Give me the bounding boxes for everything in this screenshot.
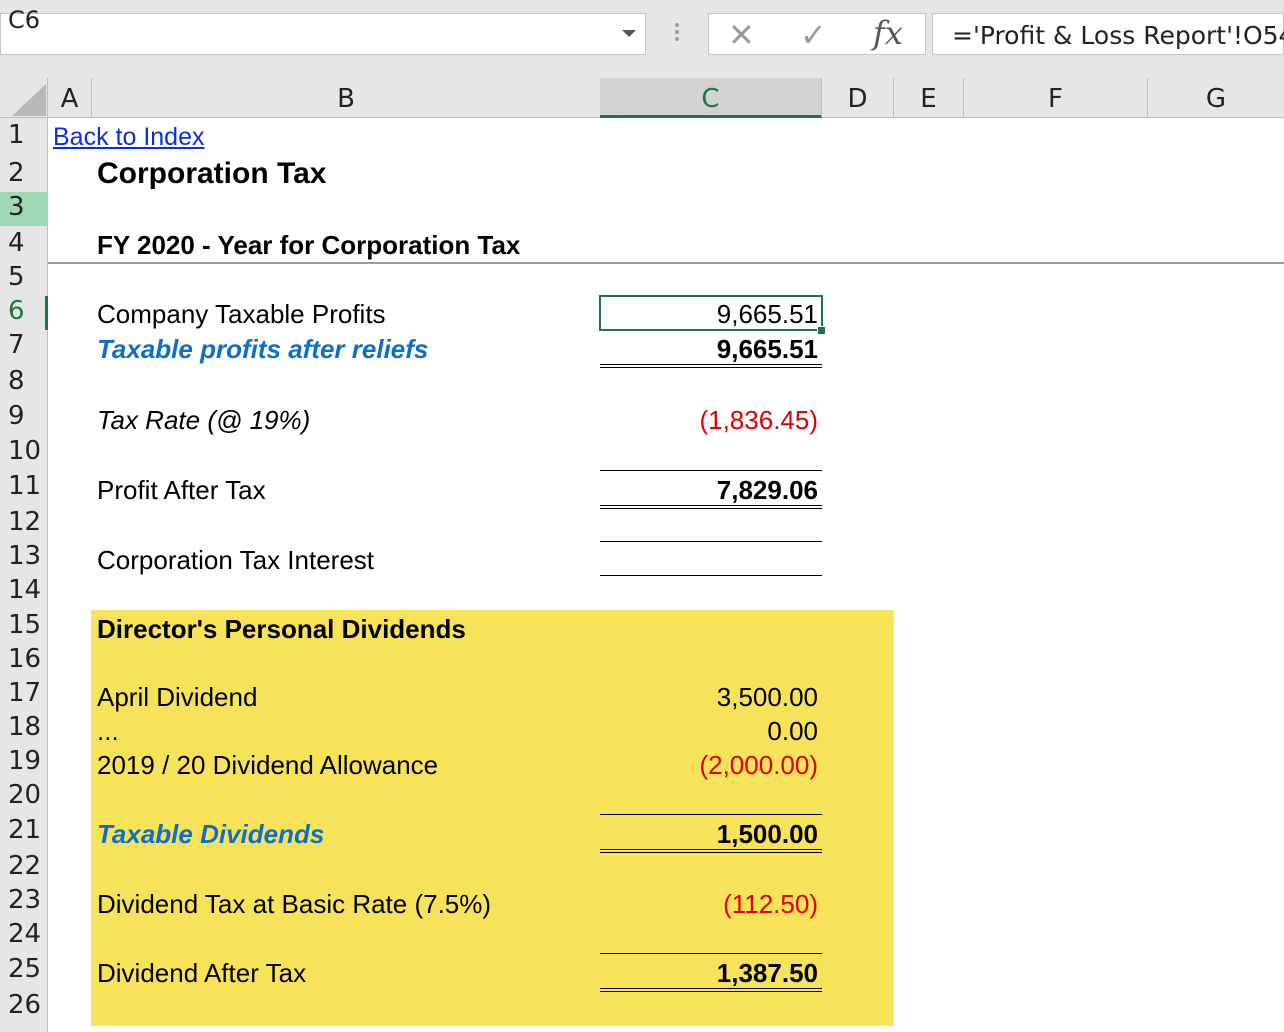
company-taxable-profits-label: Company Taxable Profits <box>97 299 386 329</box>
page-title: Corporation Tax <box>97 157 327 190</box>
row-header-22[interactable]: 22 <box>0 851 48 881</box>
row-header-20[interactable]: 20 <box>0 780 48 810</box>
name-box-value: C6 <box>8 6 41 34</box>
row-header-24[interactable]: 24 <box>0 919 48 949</box>
fy-heading: FY 2020 - Year for Corporation Tax <box>97 230 521 260</box>
row-header-4[interactable]: 4 <box>0 228 48 258</box>
double-underline <box>600 364 822 368</box>
double-underline <box>600 505 822 509</box>
row-header-5[interactable]: 5 <box>0 262 48 292</box>
formula-text: ='Profit & Loss Report'!O54 <box>952 21 1284 50</box>
ellipsis-value[interactable]: 0.00 <box>600 716 818 747</box>
ellipsis-label: ... <box>97 716 119 746</box>
select-all-triangle-icon <box>12 84 46 116</box>
dividend-allowance-value[interactable]: (2,000.00) <box>600 750 818 781</box>
taxable-dividends-value[interactable]: 1,500.00 <box>600 819 818 850</box>
double-underline <box>600 988 822 992</box>
april-dividend-value[interactable]: 3,500.00 <box>600 682 818 713</box>
row-header-10[interactable]: 10 <box>0 436 48 466</box>
row-divider <box>48 262 1284 264</box>
column-header-f[interactable]: F <box>964 78 1148 118</box>
profit-after-tax-value[interactable]: 7,829.06 <box>600 475 818 506</box>
top-border <box>600 541 822 542</box>
double-underline <box>600 849 822 853</box>
column-header-c[interactable]: C <box>600 78 822 118</box>
row-header-6[interactable]: 6 <box>0 296 48 330</box>
top-border <box>600 953 822 954</box>
taxable-after-reliefs-value[interactable]: 9,665.51 <box>600 334 818 365</box>
profit-after-tax-label: Profit After Tax <box>97 475 266 505</box>
row-header-8[interactable]: 8 <box>0 366 48 396</box>
enter-icon[interactable]: ✓ <box>800 16 827 54</box>
back-to-index-link[interactable]: Back to Index <box>53 123 204 151</box>
dividend-after-tax-label: Dividend After Tax <box>97 958 307 988</box>
chevron-down-icon[interactable] <box>622 30 636 37</box>
row-header-23[interactable]: 23 <box>0 885 48 915</box>
row-header-3[interactable]: 3 <box>0 192 48 226</box>
row-header-13[interactable]: 13 <box>0 541 48 571</box>
back-to-index-cell: Back to Index <box>53 123 204 152</box>
name-box[interactable] <box>0 13 646 55</box>
top-border <box>600 470 822 471</box>
tax-rate-label: Tax Rate (@ 19%) <box>97 405 311 435</box>
row-header-14[interactable]: 14 <box>0 575 48 605</box>
dividend-after-tax-value[interactable]: 1,387.50 <box>600 958 818 989</box>
fx-icon[interactable]: fx <box>873 14 903 52</box>
top-border <box>600 814 822 815</box>
dividend-allowance-label: 2019 / 20 Dividend Allowance <box>97 750 439 780</box>
column-header-a[interactable]: A <box>48 78 92 118</box>
row-header-25[interactable]: 25 <box>0 954 48 984</box>
row-header-18[interactable]: 18 <box>0 712 48 742</box>
taxable-dividends-label: Taxable Dividends <box>97 819 325 849</box>
column-header-b[interactable]: B <box>92 78 601 118</box>
row-header-19[interactable]: 19 <box>0 746 48 776</box>
row-header-26[interactable]: 26 <box>0 990 48 1020</box>
column-header-d[interactable]: D <box>822 78 894 118</box>
row-header-1[interactable]: 1 <box>0 120 48 150</box>
active-cell-border <box>599 295 823 331</box>
fill-handle[interactable] <box>817 326 826 335</box>
row-header-16[interactable]: 16 <box>0 644 48 674</box>
bottom-border <box>600 575 822 576</box>
row-header-9[interactable]: 9 <box>0 401 48 431</box>
row-header-21[interactable]: 21 <box>0 815 48 845</box>
column-header-g[interactable]: G <box>1148 78 1284 118</box>
row-header-15[interactable]: 15 <box>0 610 48 640</box>
row-header-12[interactable]: 12 <box>0 507 48 537</box>
dividend-tax-basic-rate-value[interactable]: (112.50) <box>600 889 818 920</box>
column-header-e[interactable]: E <box>894 78 964 118</box>
tax-rate-value[interactable]: (1,836.45) <box>600 405 818 436</box>
row-header-2[interactable]: 2 <box>0 158 48 188</box>
row-header-11[interactable]: 11 <box>0 471 48 501</box>
row-header-7[interactable]: 7 <box>0 330 48 360</box>
row-header-17[interactable]: 17 <box>0 678 48 708</box>
cancel-icon[interactable]: ✕ <box>728 16 755 54</box>
more-vertical-icon[interactable] <box>672 20 682 50</box>
taxable-after-reliefs-label: Taxable profits after reliefs <box>97 334 429 364</box>
corp-tax-interest-label: Corporation Tax Interest <box>97 545 374 575</box>
april-dividend-label: April Dividend <box>97 682 258 712</box>
dividends-heading: Director's Personal Dividends <box>97 614 466 644</box>
dividend-tax-basic-rate-label: Dividend Tax at Basic Rate (7.5%) <box>97 889 492 919</box>
